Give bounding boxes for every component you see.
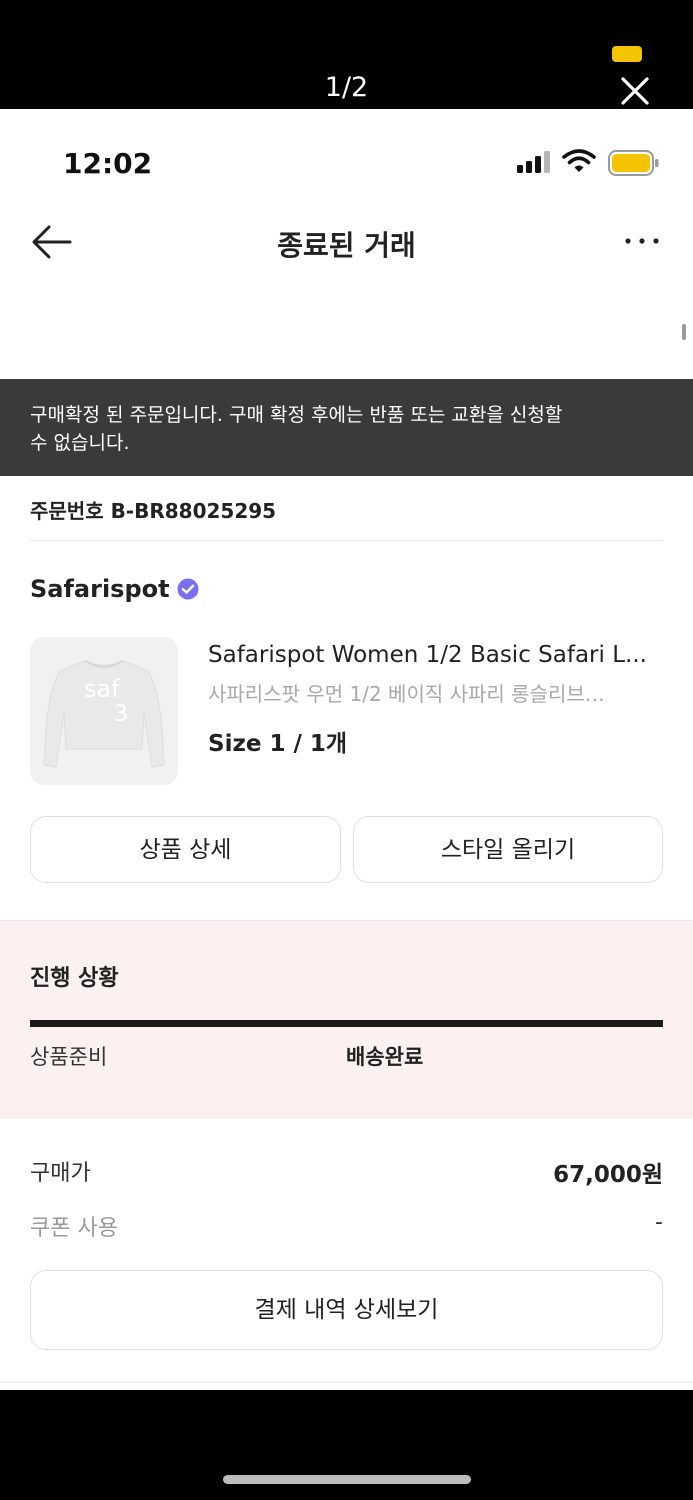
product-name[interactable]: Safarispot Women 1/2 Basic Safari L... (208, 642, 663, 668)
seller-name: Safarispot (30, 575, 170, 603)
home-indicator[interactable] (223, 1475, 471, 1484)
close-icon[interactable] (620, 76, 650, 106)
coupon-value: - (655, 1210, 663, 1235)
notice-line-2: 수 없습니다. (30, 432, 130, 454)
product-name-korean: 사파리스팟 우먼 1/2 베이직 사파리 롱슬리브… (208, 682, 605, 706)
upload-style-button[interactable]: 스타일 올리기 (353, 816, 663, 883)
battery-icon (608, 150, 659, 176)
more-icon[interactable] (622, 231, 662, 251)
sweatshirt-image: saf 3 (43, 660, 165, 768)
progress-section: 진행 상황 상품준비 배송완료 (0, 920, 693, 1118)
progress-step-preparing: 상품준비 (30, 1045, 108, 1069)
progress-title: 진행 상황 (30, 966, 119, 991)
notice-banner: 구매확정 된 주문입니다. 구매 확정 후에는 반품 또는 교환을 신청할 수 … (0, 379, 693, 476)
progress-fill (30, 1020, 663, 1027)
notice-line-1: 구매확정 된 주문입니다. 구매 확정 후에는 반품 또는 교환을 신청할 (30, 404, 563, 426)
order-number: 주문번호 B-BR88025295 (30, 499, 277, 523)
status-bar: 12:02 (0, 109, 693, 209)
viewer-indicator (612, 46, 642, 62)
thumb-print-number: 3 (114, 702, 128, 727)
product-detail-button[interactable]: 상품 상세 (30, 816, 341, 883)
payment-details-button[interactable]: 결제 내역 상세보기 (30, 1270, 663, 1350)
divider (0, 1381, 693, 1383)
page-title: 종료된 거래 (277, 229, 416, 262)
coupon-label: 쿠폰 사용 (30, 1216, 118, 1241)
signal-icon (517, 151, 550, 173)
status-time: 12:02 (63, 147, 153, 180)
app-screen: 12:02 종료된 거래 구매확정 된 주문입니다. 구매 확정 후에는 반품 … (0, 109, 693, 1390)
scrollbar[interactable] (682, 324, 686, 340)
price-value: 67,000원 (553, 1162, 663, 1188)
progress-step-delivered: 배송완료 (346, 1045, 424, 1069)
wifi-icon (562, 149, 596, 172)
app-header: 종료된 거래 (0, 209, 693, 279)
verified-badge-icon (177, 578, 199, 600)
price-label: 구매가 (30, 1161, 91, 1186)
divider (30, 540, 663, 541)
product-thumbnail[interactable]: saf 3 (30, 637, 178, 785)
photo-viewer-header: 1/2 (0, 0, 693, 109)
seller-name-row[interactable]: Safarispot (30, 575, 199, 603)
photo-counter: 1/2 (324, 72, 369, 103)
progress-bar (30, 1020, 663, 1027)
thumb-print-text: saf (84, 675, 120, 703)
product-size: Size 1 / 1개 (208, 731, 348, 757)
